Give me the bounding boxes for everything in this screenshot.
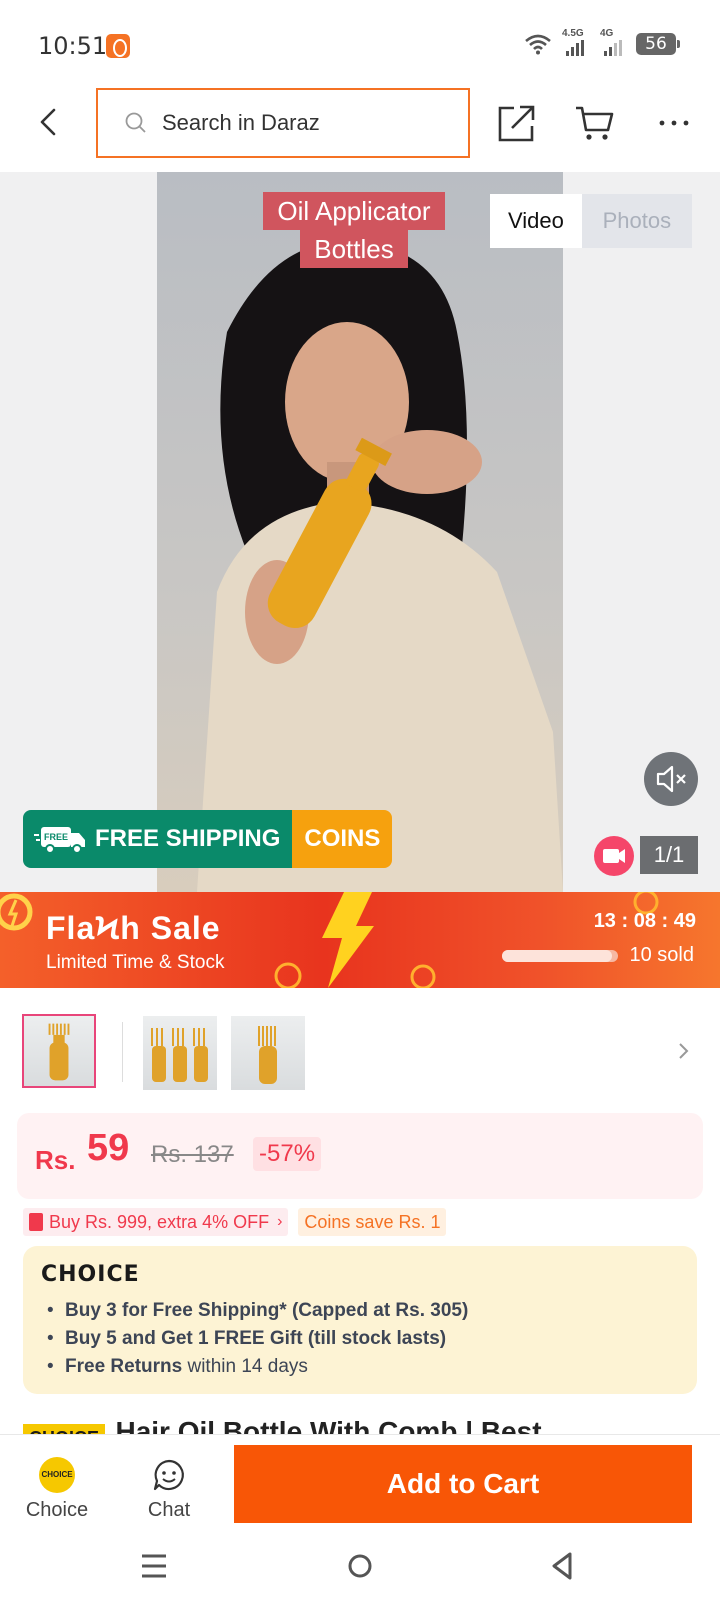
speaker-muted-icon: [656, 765, 686, 793]
search-icon: [125, 112, 146, 133]
discount-badge: -57%: [253, 1137, 322, 1171]
countdown-seconds: 49: [673, 910, 696, 932]
choice-benefits-list: Buy 3 for Free Shipping* (Capped at Rs. …: [41, 1297, 679, 1381]
status-time: 10:51: [38, 32, 108, 60]
choice-logo: CHOICE: [41, 1262, 140, 1287]
voucher-promo-tag[interactable]: Buy Rs. 999, extra 4% OFF ›: [23, 1208, 289, 1236]
flash-sale-subtitle: Limited Time & Stock: [46, 952, 225, 973]
search-placeholder: Search in Daraz: [162, 110, 320, 135]
price-currency: Rs.: [35, 1145, 76, 1175]
add-to-cart-button[interactable]: Add to Cart: [234, 1445, 692, 1523]
coins-badge: COINS: [292, 810, 393, 868]
three-bottles-thumbnail-image: [151, 1028, 208, 1082]
back-triangle-icon[interactable]: [544, 1548, 580, 1584]
svg-text:FREE: FREE: [44, 832, 68, 842]
choice-button[interactable]: CHOICE Choice: [12, 1457, 102, 1522]
video-camera-icon: [594, 836, 634, 876]
share-icon[interactable]: [496, 102, 538, 144]
thumbnail-1[interactable]: [22, 1014, 96, 1088]
signal-4-5g-icon: 4.5G: [560, 28, 590, 56]
back-arrow-icon[interactable]: [30, 104, 66, 140]
promo-tags: Buy Rs. 999, extra 4% OFF › Coins save R…: [23, 1208, 447, 1236]
bottle-thumbnail-image: [48, 1023, 70, 1081]
sold-progress-bar: [502, 950, 618, 962]
choice-benefit-item: Buy 3 for Free Shipping* (Capped at Rs. …: [41, 1297, 679, 1325]
media-tabs: Video Photos: [490, 194, 692, 248]
bottom-action-bar: CHOICE Choice Chat Add to Cart: [0, 1434, 720, 1534]
tab-video[interactable]: Video: [490, 194, 582, 248]
sold-count: 10 sold: [629, 944, 695, 966]
lightning-bolt-icon: [322, 892, 374, 988]
thumbnail-strip: [0, 1012, 720, 1092]
thumbnail-3[interactable]: [231, 1016, 305, 1090]
search-input[interactable]: Search in Daraz: [96, 88, 470, 158]
chat-icon: [153, 1459, 184, 1491]
free-shipping-coins-banner: FREE FREE SHIPPING COINS: [23, 810, 393, 868]
product-title: Hair Oil Bottle With Comb | Best: [115, 1416, 542, 1434]
video-frame-illustration: [197, 241, 563, 892]
bottle-comb-thumbnail-image: [258, 1026, 277, 1084]
alarm-clock-icon: [274, 962, 302, 988]
daraz-notification-icon: [106, 34, 130, 58]
media-counter: 1/1: [640, 836, 698, 874]
product-gallery[interactable]: Oil Applicator Bottles Video Photos 1/1: [0, 172, 720, 892]
wifi-icon: [525, 34, 551, 55]
delivery-truck-icon: FREE: [34, 827, 85, 854]
product-title-row: CHOICE Hair Oil Bottle With Comb | Best: [23, 1416, 697, 1434]
choice-benefits-card[interactable]: CHOICE Buy 3 for Free Shipping* (Capped …: [23, 1246, 697, 1394]
product-video[interactable]: Oil Applicator Bottles: [157, 172, 563, 892]
video-caption: Oil Applicator Bottles: [248, 192, 460, 268]
top-header: Search in Daraz: [0, 88, 720, 168]
chat-button[interactable]: Chat: [124, 1457, 214, 1522]
thumbnail-2[interactable]: [143, 1016, 217, 1090]
chevron-right-icon: ›: [277, 1213, 283, 1230]
choice-coin-icon: CHOICE: [39, 1457, 75, 1493]
countdown-hours: 13: [593, 910, 616, 932]
flash-sale-title: FlaϞh Sale: [46, 910, 221, 946]
recent-apps-icon[interactable]: [136, 1548, 172, 1584]
choice-benefit-item: Free Returns within 14 days: [41, 1353, 679, 1381]
mute-button[interactable]: [644, 752, 698, 806]
flash-sale-countdown: 13 : 08 : 49: [593, 910, 696, 932]
more-icon[interactable]: [656, 102, 692, 144]
countdown-minutes: 08: [633, 910, 656, 932]
price-value: 59: [87, 1127, 130, 1169]
battery-icon: 56: [636, 33, 680, 55]
signal-4g-icon: 4G: [598, 28, 628, 56]
cart-icon[interactable]: [574, 102, 616, 144]
alarm-clock-icon: [0, 893, 33, 931]
chevron-right-icon[interactable]: [672, 1036, 696, 1066]
tab-photos[interactable]: Photos: [581, 194, 692, 248]
alarm-clock-icon: [410, 964, 436, 988]
price-card: Rs. 59 Rs. 137 -57%: [17, 1113, 703, 1199]
coins-promo-tag[interactable]: Coins save Rs. 1: [298, 1208, 447, 1236]
home-icon[interactable]: [342, 1548, 378, 1584]
flash-sale-banner[interactable]: FlaϞh Sale Limited Time & Stock 13 : 08 …: [0, 892, 720, 988]
choice-benefit-item: Buy 5 and Get 1 FREE Gift (till stock la…: [41, 1325, 679, 1353]
original-price: Rs. 137: [151, 1141, 234, 1168]
thumbnail-divider: [122, 1022, 123, 1082]
system-nav-bar: [0, 1534, 720, 1600]
voucher-icon: [29, 1213, 43, 1231]
free-shipping-badge: FREE FREE SHIPPING: [23, 810, 293, 868]
status-bar: 10:51 4.5G 4G 56: [0, 0, 720, 88]
status-indicators: 4.5G 4G 56: [524, 28, 680, 56]
choice-badge: CHOICE: [23, 1424, 106, 1434]
